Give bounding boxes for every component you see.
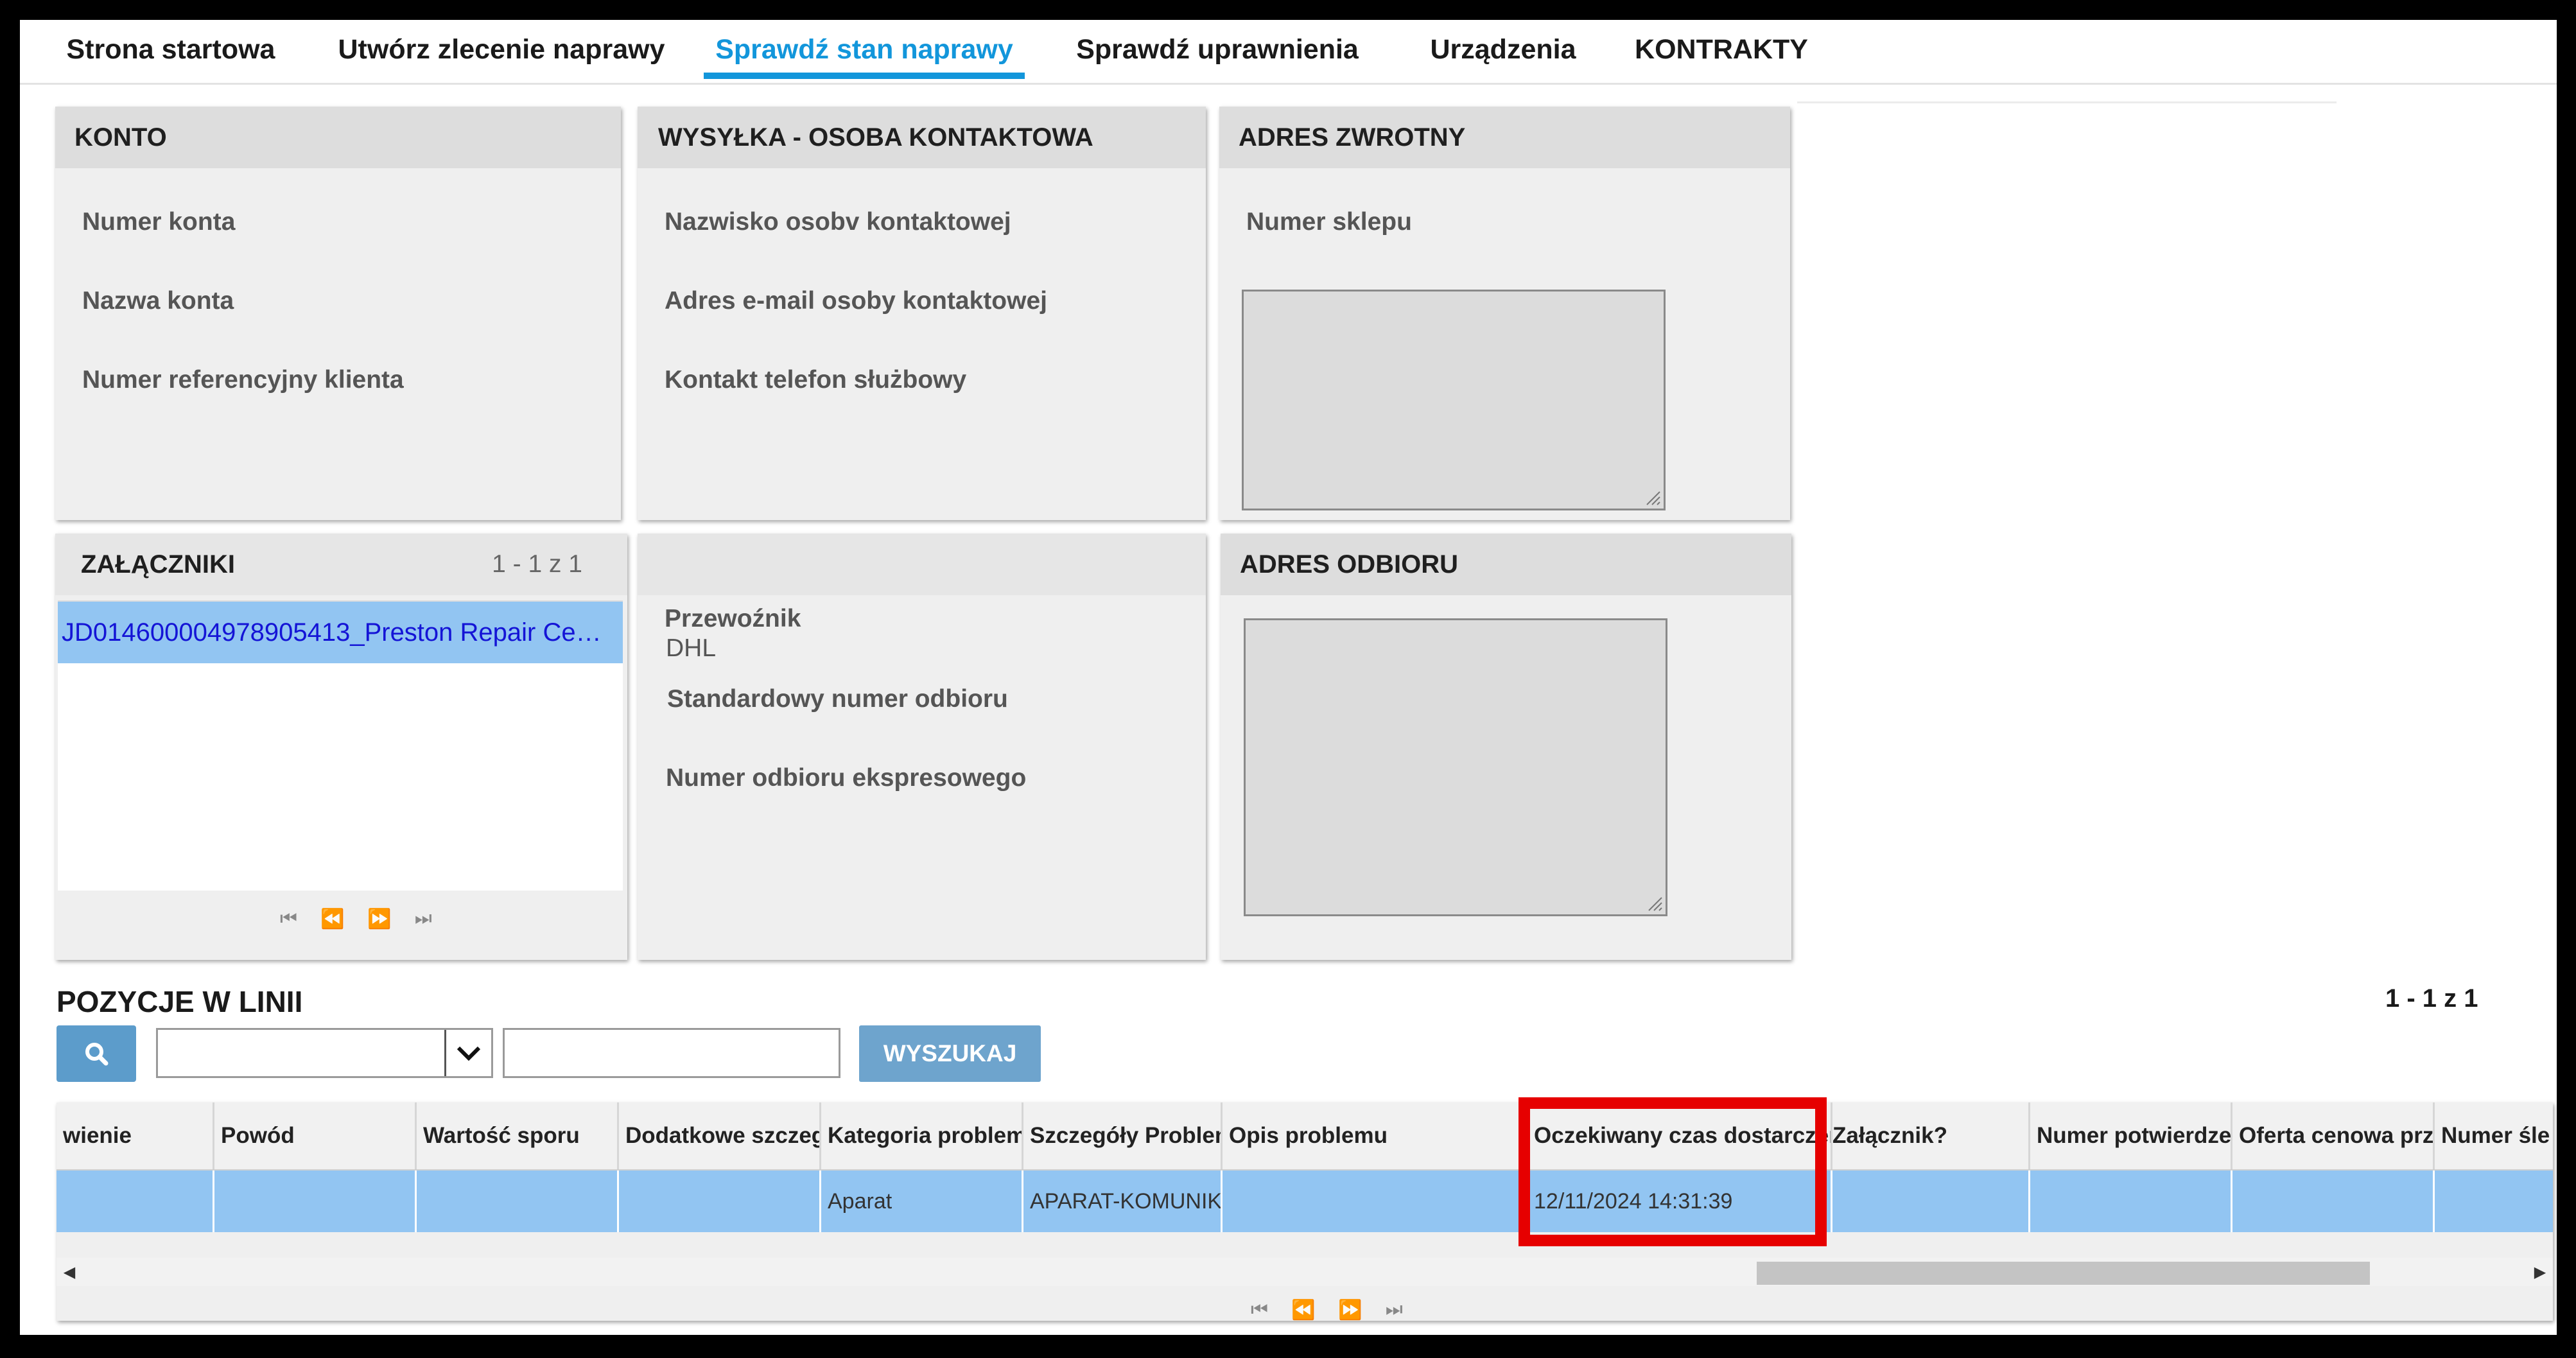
pager: ⏮ ⏪ ⏩ ⏭: [280, 908, 432, 930]
table-cell: [57, 1171, 214, 1232]
konto-panel: KONTO Numer konta Nazwa konta Numer refe…: [55, 107, 621, 520]
column-header[interactable]: Kategoria problemu: [821, 1102, 1023, 1169]
panel-title: KONTO: [74, 123, 167, 152]
list-item[interactable]: JD014600004978905413_Preston Repair Cent…: [58, 602, 623, 663]
next-page-icon[interactable]: ⏩: [1338, 1299, 1362, 1321]
next-page-icon[interactable]: ⏩: [367, 908, 391, 930]
carrier-value: DHL: [666, 634, 717, 662]
chevron-down-icon[interactable]: [444, 1030, 491, 1076]
first-page-icon[interactable]: ⏮: [1251, 1299, 1268, 1321]
tab-sprawdz-uprawnienia[interactable]: Sprawdź uprawnienia: [1076, 20, 1359, 79]
table-cell: Aparat: [821, 1171, 1023, 1232]
scroll-right-icon[interactable]: ▶: [2527, 1258, 2553, 1286]
attachment-link[interactable]: JD014600004978905413_Preston Repair Cent…: [58, 618, 614, 647]
prev-page-icon[interactable]: ⏪: [1291, 1299, 1315, 1321]
panel-title: ZAŁĄCZNIKI: [81, 550, 235, 579]
prev-page-icon[interactable]: ⏪: [320, 908, 344, 930]
return-address-textarea[interactable]: [1242, 290, 1666, 510]
search-field-select[interactable]: [156, 1028, 493, 1078]
table-row[interactable]: Aparat APARAT-KOMUNIKAT 12/11/2024 14:31…: [57, 1171, 2553, 1232]
column-header[interactable]: Szczegóły Problem: [1023, 1102, 1223, 1169]
column-header[interactable]: Załącznik?: [1832, 1102, 2030, 1169]
field-label: Adres e-mail osoby kontaktowej: [665, 287, 1047, 315]
tab-urzadzenia[interactable]: Urządzenia: [1407, 20, 1599, 79]
column-header[interactable]: Wartość sporu: [417, 1102, 619, 1169]
field-label: Kontakt telefon służbowy: [665, 366, 967, 394]
first-page-icon[interactable]: ⏮: [280, 908, 297, 930]
field-label: Nazwa konta: [82, 287, 234, 315]
field-label: Standardowy numer odbioru: [667, 685, 1008, 713]
adres-odbioru-panel: ADRES ODBIORU: [1221, 534, 1791, 960]
table-cell: [1223, 1171, 1527, 1232]
table-cell: APARAT-KOMUNIKAT: [1023, 1171, 1223, 1232]
wysylka-panel: WYSYŁKA - OSOBA KONTAKTOWA Nazwisko osob…: [638, 107, 1206, 520]
column-header[interactable]: Powód: [214, 1102, 417, 1169]
last-page-icon[interactable]: ⏭: [415, 908, 432, 930]
tab-utworz-zlecenie[interactable]: Utwórz zlecenie naprawy: [338, 20, 665, 79]
pager: ⏮ ⏪ ⏩ ⏭: [1251, 1299, 1403, 1321]
column-header[interactable]: Numer potwierdzen: [2030, 1102, 2232, 1169]
table-cell: 12/11/2024 14:31:39: [1527, 1171, 1832, 1232]
field-label: Nazwisko osobv kontaktowej: [665, 208, 1011, 236]
search-button[interactable]: [57, 1025, 136, 1082]
field-label: Numer sklepu: [1246, 208, 1412, 236]
panel-header: WYSYŁKA - OSOBA KONTAKTOWA: [638, 107, 1206, 168]
horizontal-scrollbar[interactable]: ◀ ▶: [57, 1258, 2553, 1286]
column-header[interactable]: Dodatkowe szczegó: [619, 1102, 821, 1169]
column-header[interactable]: wienie: [57, 1102, 214, 1169]
table-cell: [1832, 1171, 2030, 1232]
panel-header: [638, 534, 1206, 595]
carrier-label: Przewoźnik: [665, 605, 801, 632]
table-cell: [619, 1171, 821, 1232]
table-cell: [2435, 1171, 2553, 1232]
wyszukaj-button[interactable]: WYSZUKAJ: [859, 1025, 1041, 1082]
grid-header: wienie Powód Wartość sporu Dodatkowe szc…: [57, 1102, 2553, 1171]
result-count: 1 - 1 z 1: [2385, 984, 2478, 1013]
column-header[interactable]: Oczekiwany czas dostarczenia: [1527, 1102, 1832, 1169]
last-page-icon[interactable]: ⏭: [1386, 1299, 1403, 1321]
app-window: Strona startowa Utwórz zlecenie naprawy …: [20, 20, 2557, 1335]
panel-header: KONTO: [55, 107, 621, 168]
line-items-grid: wienie Powód Wartość sporu Dodatkowe szc…: [57, 1102, 2553, 1321]
search-input[interactable]: [503, 1028, 840, 1078]
main-tabs: Strona startowa Utwórz zlecenie naprawy …: [20, 20, 2557, 85]
panel-header: ADRES ODBIORU: [1221, 534, 1791, 595]
table-cell: [214, 1171, 417, 1232]
panel-title: ADRES ODBIORU: [1240, 550, 1459, 579]
adres-zwrotny-panel: ADRES ZWROTNY Numer sklepu: [1219, 107, 1790, 520]
column-header[interactable]: Oferta cenowa przy: [2232, 1102, 2435, 1169]
panel-title: ADRES ZWROTNY: [1239, 123, 1466, 152]
column-header[interactable]: Opis problemu: [1223, 1102, 1527, 1169]
divider: [1797, 101, 2337, 103]
scroll-left-icon[interactable]: ◀: [57, 1258, 82, 1286]
table-cell: [417, 1171, 619, 1232]
resize-grip-icon[interactable]: [1646, 895, 1663, 912]
tab-strona-startowa[interactable]: Strona startowa: [67, 20, 275, 79]
attachments-count: 1 - 1 z 1: [492, 550, 582, 578]
field-label: Numer referencyjny klienta: [82, 366, 404, 394]
section-title: POZYCJE W LINII: [57, 985, 303, 1018]
zalaczniki-panel: ZAŁĄCZNIKI 1 - 1 z 1 JD01460000497890541…: [55, 534, 627, 960]
table-cell: [2232, 1171, 2435, 1232]
column-header[interactable]: Numer śle: [2435, 1102, 2553, 1169]
tab-kontrakty[interactable]: KONTRAKTY: [1603, 20, 1840, 79]
search-icon: [85, 1043, 109, 1066]
scrollbar-thumb[interactable]: [1757, 1262, 2370, 1285]
field-label: Numer konta: [82, 208, 236, 236]
panel-title: WYSYŁKA - OSOBA KONTAKTOWA: [658, 123, 1093, 152]
panel-header: ADRES ZWROTNY: [1219, 107, 1790, 168]
panel-header: ZAŁĄCZNIKI 1 - 1 z 1: [55, 534, 627, 595]
attachments-list: JD014600004978905413_Preston Repair Cent…: [58, 600, 623, 891]
carrier-panel: Przewoźnik DHL Standardowy numer odbioru…: [638, 534, 1206, 960]
pickup-address-textarea[interactable]: [1244, 618, 1667, 916]
field-label: Numer odbioru ekspresowego: [666, 764, 1027, 792]
table-cell: [2030, 1171, 2232, 1232]
grid-footer: ⏮ ⏪ ⏩ ⏭: [57, 1290, 2553, 1335]
resize-grip-icon[interactable]: [1644, 489, 1661, 506]
tab-sprawdz-stan[interactable]: Sprawdź stan naprawy: [704, 20, 1025, 79]
